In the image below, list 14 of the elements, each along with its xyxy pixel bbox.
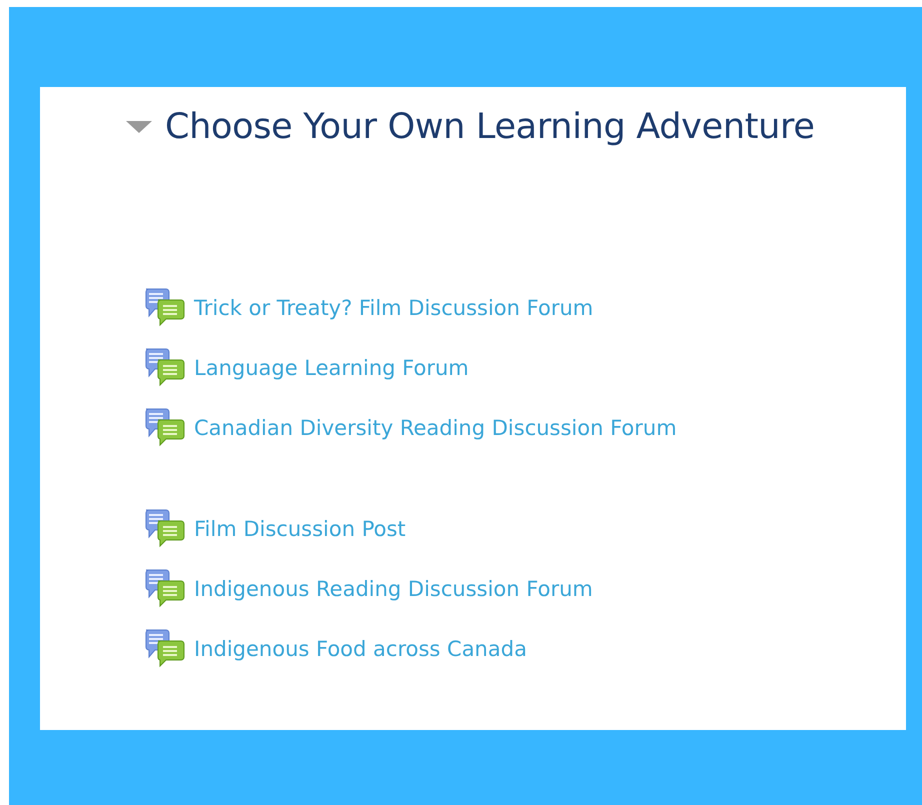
forum-icon — [143, 408, 185, 448]
forum-link[interactable]: Language Learning Forum — [194, 356, 469, 380]
caret-icon[interactable] — [125, 119, 153, 135]
forum-icon — [143, 568, 185, 608]
forum-link[interactable]: Indigenous Reading Discussion Forum — [194, 576, 593, 600]
forum-link[interactable]: Trick or Treaty? Film Discussion Forum — [194, 296, 594, 320]
forum-link[interactable]: Indigenous Food across Canada — [194, 636, 527, 660]
forum-icon — [143, 508, 185, 548]
forum-icon — [143, 348, 185, 388]
forum-icon — [143, 288, 185, 328]
section-title: Choose Your Own Learning Adventure — [165, 107, 815, 147]
forum-link[interactable]: Canadian Diversity Reading Discussion Forum — [194, 416, 677, 440]
forum-icon — [143, 628, 185, 668]
forum-link[interactable]: Film Discussion Post — [194, 516, 406, 540]
